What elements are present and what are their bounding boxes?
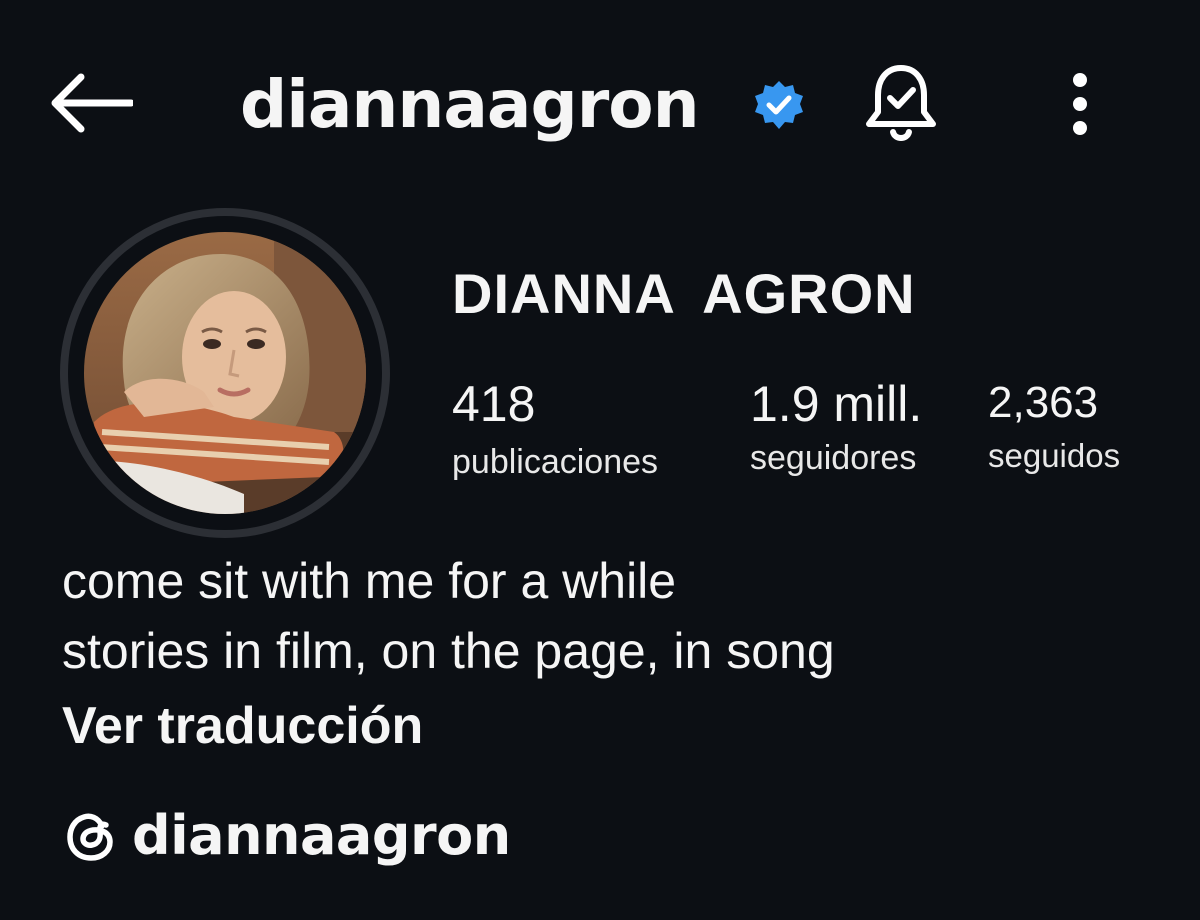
arrow-left-icon <box>51 73 133 133</box>
notifications-button[interactable] <box>855 58 947 150</box>
profile-photo <box>84 232 366 514</box>
bio-line: stories in film, on the page, in song <box>62 623 835 679</box>
following-count: 2,363 <box>988 378 1099 427</box>
verified-badge-icon <box>755 81 803 129</box>
threads-icon <box>67 813 113 861</box>
threads-handle: diannaagron <box>132 804 511 867</box>
following-stat[interactable]: 2,363 seguidos <box>988 378 1120 476</box>
more-vertical-icon <box>1073 73 1087 135</box>
header-username: diannaagron <box>240 66 700 143</box>
profile-full-name: DIANNA AGRON <box>452 262 916 325</box>
followers-stat[interactable]: 1.9 mill. seguidores <box>750 376 922 478</box>
posts-count: 418 <box>452 376 536 432</box>
threads-link[interactable]: diannaagron <box>62 802 511 870</box>
back-button[interactable] <box>40 60 140 146</box>
see-translation-link[interactable]: Ver traducción <box>62 694 423 758</box>
more-options-button[interactable] <box>1050 62 1110 146</box>
posts-label: publicaciones <box>452 443 659 481</box>
avatar[interactable] <box>84 232 366 514</box>
posts-stat[interactable]: 418 publicaciones <box>452 376 658 482</box>
following-label: seguidos <box>988 437 1121 474</box>
followers-label: seguidores <box>750 439 917 477</box>
bell-check-icon <box>866 65 936 141</box>
followers-count: 1.9 mill. <box>750 376 923 432</box>
bio-line: come sit with me for a while <box>62 553 677 609</box>
